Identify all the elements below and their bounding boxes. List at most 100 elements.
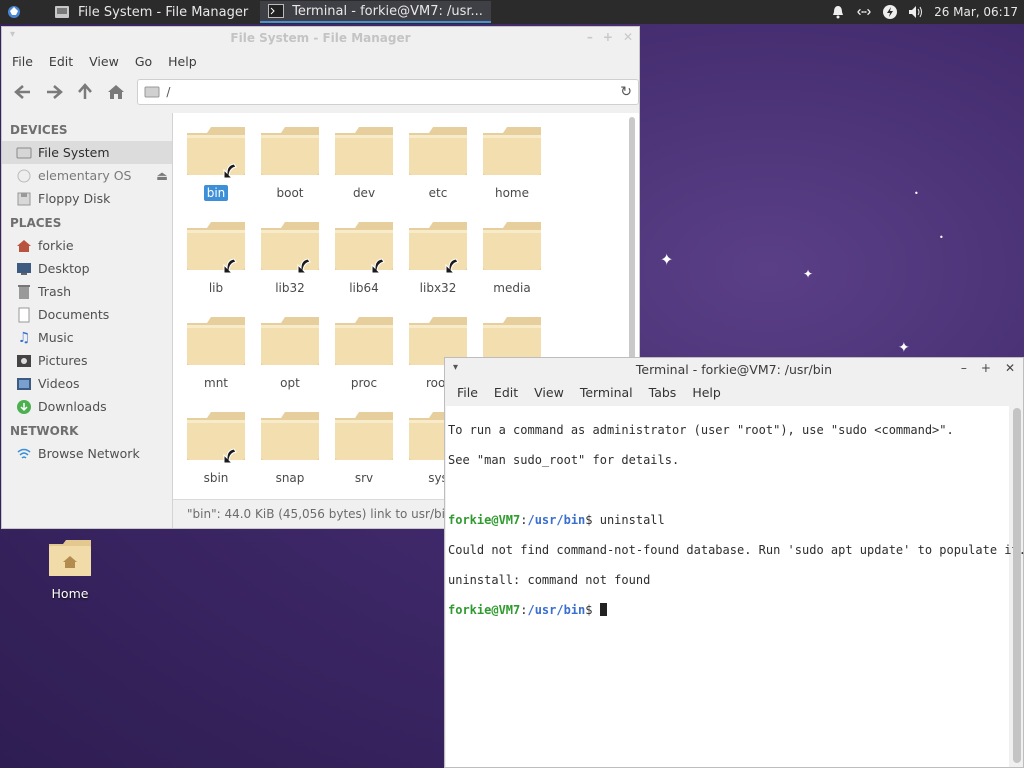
folder-item[interactable]: etc <box>401 123 475 218</box>
sidebar-item-browse-network[interactable]: Browse Network <box>2 442 172 465</box>
menu-tabs[interactable]: Tabs <box>641 385 685 400</box>
folder-item[interactable]: mnt <box>179 313 253 408</box>
folder-item[interactable]: media <box>475 218 549 313</box>
sidebar-item-floppy-disk[interactable]: Floppy Disk <box>2 187 172 210</box>
prompt-path: /usr/bin <box>527 603 586 617</box>
folder-label: libx32 <box>419 281 457 295</box>
folder-item[interactable]: lib64 <box>327 218 401 313</box>
pictures-icon <box>16 353 32 369</box>
desktop-icon <box>16 261 32 277</box>
folder-label: srv <box>354 471 374 485</box>
eject-icon[interactable]: ⏏ <box>156 168 168 183</box>
star-decoration: ✦ <box>803 267 814 281</box>
folder-item[interactable]: sbin <box>179 408 253 503</box>
desktop-home-icon[interactable]: Home <box>40 538 100 601</box>
menu-view[interactable]: View <box>81 54 127 69</box>
folder-icon <box>481 220 543 272</box>
close-icon[interactable]: ✕ <box>623 30 633 44</box>
folder-icon <box>333 315 395 367</box>
folder-icon <box>259 315 321 367</box>
task-terminal[interactable]: Terminal - forkie@VM7: /usr... <box>260 1 491 23</box>
sidebar-item-label: Trash <box>38 284 72 299</box>
menu-file[interactable]: File <box>449 385 486 400</box>
folder-icon <box>407 220 469 274</box>
window-menu-icon[interactable]: ▾ <box>453 362 458 373</box>
menu-file[interactable]: File <box>4 54 41 69</box>
folder-item[interactable]: opt <box>253 313 327 408</box>
folder-item[interactable]: bin <box>179 123 253 218</box>
home-button[interactable] <box>101 77 132 107</box>
folder-item[interactable]: home <box>475 123 549 218</box>
file-manager-icon <box>54 5 70 19</box>
folder-label: mnt <box>204 376 228 390</box>
folder-icon <box>481 125 543 177</box>
terminal-window: ▾ Terminal - forkie@VM7: /usr/bin – + ✕ … <box>444 357 1024 768</box>
window-menu-icon[interactable]: ▾ <box>10 29 15 40</box>
sidebar-item-pictures[interactable]: Pictures <box>2 349 172 372</box>
menu-help[interactable]: Help <box>160 54 205 69</box>
sidebar-item-forkie[interactable]: forkie <box>2 234 172 257</box>
menu-help[interactable]: Help <box>684 385 729 400</box>
vertical-scrollbar[interactable] <box>1013 408 1021 763</box>
top-panel: File System - File Manager Terminal - fo… <box>0 0 1024 24</box>
minimize-icon[interactable]: – <box>961 361 967 375</box>
task-label: Terminal - forkie@VM7: /usr... <box>292 3 483 19</box>
trash-icon <box>16 284 32 300</box>
sidebar-item-music[interactable]: ♫ Music <box>2 326 172 349</box>
location-bar[interactable]: / ↻ <box>137 79 639 105</box>
sidebar-item-downloads[interactable]: Downloads <box>2 395 172 418</box>
up-button[interactable] <box>70 77 101 107</box>
notification-bell-icon[interactable] <box>830 4 846 20</box>
home-folder-icon <box>49 540 91 576</box>
terminal-prompt-line: forkie@VM7:/usr/bin$ <box>448 603 1007 618</box>
menu-go[interactable]: Go <box>127 54 160 69</box>
symlink-arrow-icon <box>441 256 461 276</box>
folder-item[interactable]: proc <box>327 313 401 408</box>
close-icon[interactable]: ✕ <box>1005 361 1015 375</box>
sidebar-item-label: Desktop <box>38 261 90 276</box>
reload-icon[interactable]: ↻ <box>620 84 632 100</box>
folder-icon <box>259 410 321 462</box>
network-icon[interactable] <box>856 4 872 20</box>
menu-terminal[interactable]: Terminal <box>572 385 641 400</box>
folder-item[interactable]: lib32 <box>253 218 327 313</box>
sidebar-item-videos[interactable]: Videos <box>2 372 172 395</box>
folder-item[interactable]: snap <box>253 408 327 503</box>
music-icon: ♫ <box>17 329 31 346</box>
sidebar-item-desktop[interactable]: Desktop <box>2 257 172 280</box>
menu-view[interactable]: View <box>526 385 572 400</box>
sidebar: DEVICES File System elementary OS ⏏ Flop… <box>2 113 173 528</box>
folder-item[interactable]: boot <box>253 123 327 218</box>
terminal-screen[interactable]: To run a command as administrator (user … <box>446 406 1024 767</box>
sidebar-item-elementary-os[interactable]: elementary OS ⏏ <box>2 164 172 187</box>
sidebar-item-label: forkie <box>38 238 74 253</box>
sidebar-item-file-system[interactable]: File System <box>2 141 172 164</box>
folder-item[interactable]: lib <box>179 218 253 313</box>
back-button[interactable] <box>8 77 39 107</box>
folder-item[interactable]: libx32 <box>401 218 475 313</box>
window-title: File System - File Manager <box>230 31 411 45</box>
terminal-line: Could not find command-not-found databas… <box>448 543 1024 557</box>
forward-button[interactable] <box>39 77 70 107</box>
minimize-icon[interactable]: – <box>587 30 593 44</box>
power-icon[interactable] <box>882 4 898 20</box>
folder-item[interactable]: srv <box>327 408 401 503</box>
floppy-icon <box>16 191 32 207</box>
status-text: "bin": 44.0 KiB (45,056 bytes) link to u… <box>187 507 453 521</box>
menu-edit[interactable]: Edit <box>486 385 526 400</box>
sidebar-item-documents[interactable]: Documents <box>2 303 172 326</box>
app-menu-button[interactable] <box>0 0 28 24</box>
window-titlebar[interactable]: ▾ Terminal - forkie@VM7: /usr/bin – + ✕ <box>445 358 1023 381</box>
sidebar-item-trash[interactable]: Trash <box>2 280 172 303</box>
folder-icon <box>185 315 247 367</box>
maximize-icon[interactable]: + <box>981 361 991 375</box>
menu-edit[interactable]: Edit <box>41 54 81 69</box>
task-file-manager[interactable]: File System - File Manager <box>46 1 256 23</box>
volume-icon[interactable] <box>908 4 924 20</box>
folder-item[interactable]: dev <box>327 123 401 218</box>
window-titlebar[interactable]: ▾ File System - File Manager – + ✕ <box>2 27 639 49</box>
sidebar-item-label: Floppy Disk <box>38 191 111 206</box>
clock[interactable]: 26 Mar, 06:17 <box>934 5 1018 19</box>
maximize-icon[interactable]: + <box>603 30 613 44</box>
